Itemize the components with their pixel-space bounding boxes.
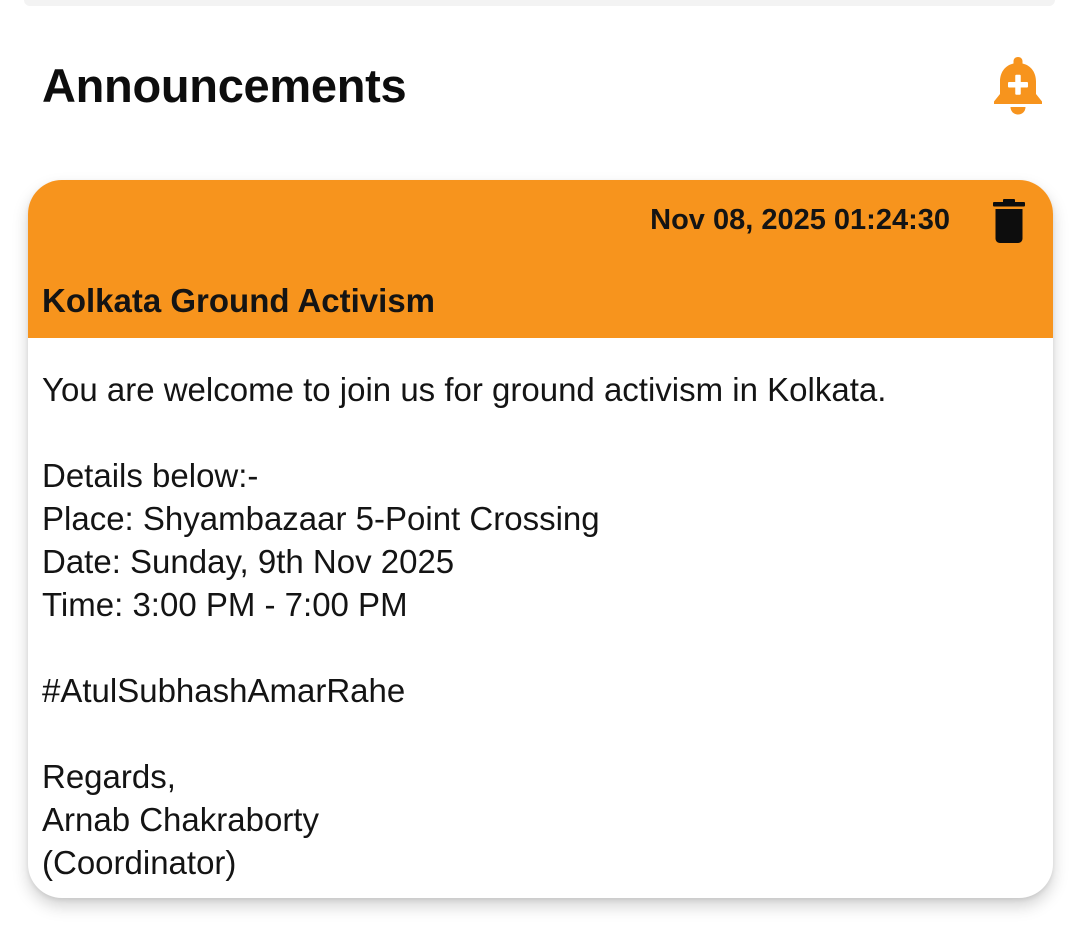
announcement-card: Nov 08, 2025 01:24:30 Kolkata Ground Act… xyxy=(28,180,1053,898)
announcements-header: Announcements xyxy=(42,50,1047,126)
plus-vertical xyxy=(1015,74,1021,95)
delete-announcement-button[interactable] xyxy=(987,197,1031,245)
trash-icon xyxy=(993,199,1025,243)
page-title: Announcements xyxy=(42,59,407,112)
add-announcement-button[interactable] xyxy=(989,52,1047,118)
bell-clapper xyxy=(1010,107,1026,115)
announcement-timestamp: Nov 08, 2025 01:24:30 xyxy=(650,204,950,236)
trash-handle xyxy=(1003,199,1015,203)
announcement-card-header: Nov 08, 2025 01:24:30 Kolkata Ground Act… xyxy=(28,180,1053,338)
announcement-body: You are welcome to join us for ground ac… xyxy=(42,371,887,881)
bell-plus-icon xyxy=(994,57,1042,115)
top-divider xyxy=(24,0,1055,6)
trash-bin xyxy=(995,209,1023,243)
announcement-title: Kolkata Ground Activism xyxy=(42,282,436,319)
